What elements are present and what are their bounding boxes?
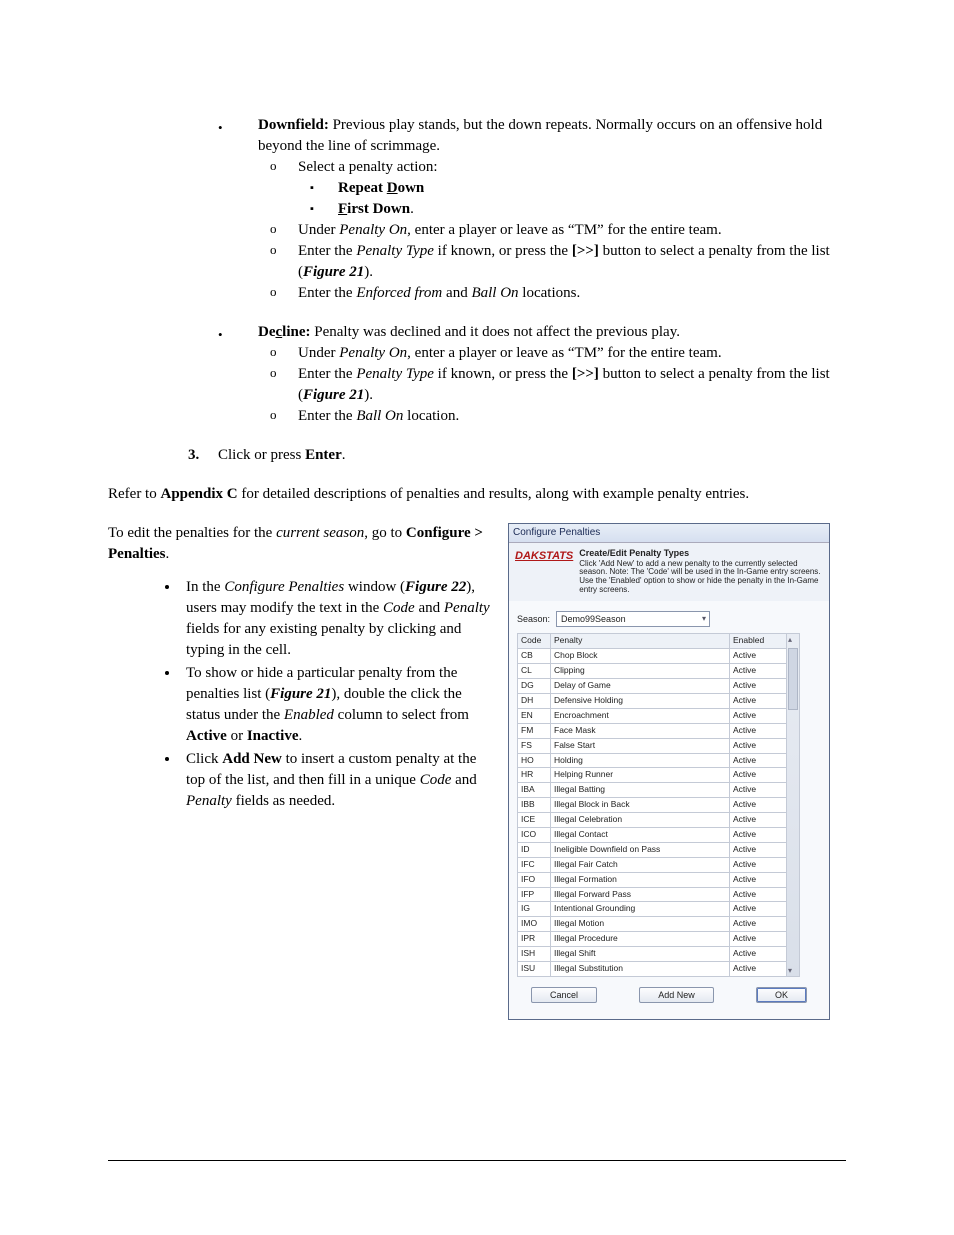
cancel-button[interactable]: Cancel xyxy=(531,987,597,1004)
circle-marker: o xyxy=(258,157,298,178)
table-row[interactable]: IDIneligible Downfield on PassActive xyxy=(518,842,787,857)
table-row[interactable]: ICEIllegal CelebrationActive xyxy=(518,813,787,828)
figure-22-column: Configure Penalties DAKSTATS Create/Edit… xyxy=(508,523,846,1020)
edit-bullet-2: To show or hide a particular penalty fro… xyxy=(180,663,494,747)
table-row[interactable]: ICOIllegal ContactActive xyxy=(518,827,787,842)
dialog-title: Configure Penalties xyxy=(509,524,829,543)
decline-desc: Penalty was declined and it does not aff… xyxy=(311,324,680,340)
square-marker: ▪ xyxy=(298,199,338,220)
configure-penalties-dialog: Configure Penalties DAKSTATS Create/Edit… xyxy=(508,523,830,1020)
circle-marker: o xyxy=(258,406,298,427)
edit-bullet-1: In the Configure Penalties window (Figur… xyxy=(180,577,494,661)
step-3: 3. Click or press Enter. xyxy=(108,445,846,466)
body-text: • Downfield: Previous play stands, but t… xyxy=(218,115,846,1020)
table-row[interactable]: FSFalse StartActive xyxy=(518,738,787,753)
table-row[interactable]: IFCIllegal Fair CatchActive xyxy=(518,857,787,872)
table-row[interactable]: IFOIllegal FormationActive xyxy=(518,872,787,887)
bullet-marker: • xyxy=(218,115,258,304)
table-row[interactable]: ENEncroachmentActive xyxy=(518,708,787,723)
table-row[interactable]: IBAIllegal BattingActive xyxy=(518,783,787,798)
circle-marker: o xyxy=(258,220,298,241)
circle-marker: o xyxy=(258,343,298,364)
dialog-note: Click 'Add New' to add a new penalty to … xyxy=(579,560,823,595)
table-row[interactable]: HOHoldingActive xyxy=(518,753,787,768)
table-row[interactable]: DGDelay of GameActive xyxy=(518,679,787,694)
circle-marker: o xyxy=(258,241,298,283)
col-penalty[interactable]: Penalty xyxy=(551,634,730,649)
table-row[interactable]: ISUIllegal SubstitutionActive xyxy=(518,961,787,976)
edit-intro: To edit the penalties for the current se… xyxy=(108,523,494,565)
edit-text-column: To edit the penalties for the current se… xyxy=(108,523,508,1020)
season-dropdown[interactable]: Demo99Season xyxy=(556,611,710,628)
circle-marker: o xyxy=(258,364,298,406)
table-row[interactable]: IPRIllegal ProcedureActive xyxy=(518,932,787,947)
table-row[interactable]: IBBIllegal Block in BackActive xyxy=(518,798,787,813)
table-row[interactable]: IGIntentional GroundingActive xyxy=(518,902,787,917)
bullet-marker: • xyxy=(218,322,258,427)
table-row[interactable]: HRHelping RunnerActive xyxy=(518,768,787,783)
edit-bullets: In the Configure Penalties window (Figur… xyxy=(108,577,494,812)
scrollbar-thumb[interactable] xyxy=(788,648,798,710)
edit-section: To edit the penalties for the current se… xyxy=(108,523,846,1020)
edit-bullet-3: Click Add New to insert a custom penalty… xyxy=(180,749,494,812)
table-row[interactable]: CBChop BlockActive xyxy=(518,649,787,664)
downfield-sub1: Select a penalty action: xyxy=(298,157,846,178)
bullet-downfield: • Downfield: Previous play stands, but t… xyxy=(218,115,846,304)
table-row[interactable]: DHDefensive HoldingActive xyxy=(518,693,787,708)
square-marker: ▪ xyxy=(298,178,338,199)
refer-paragraph: Refer to Appendix C for detailed descrip… xyxy=(108,484,846,505)
scrollbar[interactable] xyxy=(787,633,800,976)
add-new-button[interactable]: Add New xyxy=(639,987,714,1004)
ok-button[interactable]: OK xyxy=(756,987,807,1004)
bullet-decline: • Decline: Penalty was declined and it d… xyxy=(218,322,846,427)
table-row[interactable]: ISHIllegal ShiftActive xyxy=(518,947,787,962)
penalties-table[interactable]: Code Penalty Enabled CBChop BlockActiveC… xyxy=(517,633,787,976)
downfield-desc: Previous play stands, but the down repea… xyxy=(258,117,822,154)
season-label: Season: xyxy=(517,613,550,626)
dialog-subtitle: Create/Edit Penalty Types xyxy=(579,547,823,560)
table-row[interactable]: IMOIllegal MotionActive xyxy=(518,917,787,932)
table-row[interactable]: IFPIllegal Forward PassActive xyxy=(518,887,787,902)
col-code[interactable]: Code xyxy=(518,634,551,649)
circle-marker: o xyxy=(258,283,298,304)
downfield-label: Downfield: xyxy=(258,117,329,133)
footer-rule xyxy=(108,1160,846,1161)
dakstats-logo: DAKSTATS xyxy=(515,547,573,595)
document-page: • Downfield: Previous play stands, but t… xyxy=(0,0,954,1235)
table-row[interactable]: CLClippingActive xyxy=(518,664,787,679)
table-row[interactable]: FMFace MaskActive xyxy=(518,723,787,738)
col-enabled[interactable]: Enabled xyxy=(730,634,787,649)
